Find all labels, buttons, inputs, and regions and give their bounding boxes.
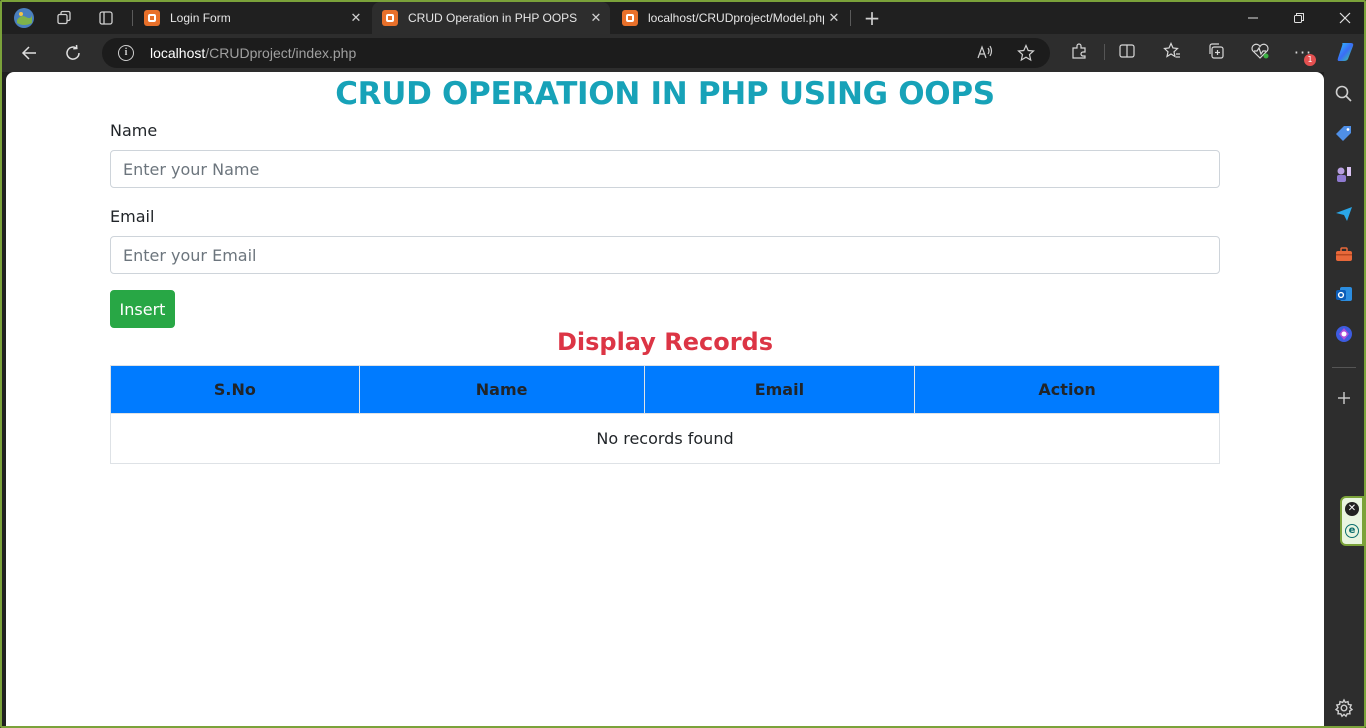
favorites-icon[interactable] — [1161, 42, 1183, 64]
table-header-row: S.No Name Email Action — [110, 365, 1220, 414]
header-name: Name — [358, 365, 645, 414]
sidebar-separator — [1332, 367, 1356, 368]
new-tab-icon[interactable]: + — [860, 6, 884, 30]
profile-icon[interactable] — [12, 6, 36, 30]
tab-label: localhost/CRUDproject/Model.php — [648, 11, 824, 25]
xampp-favicon-icon — [382, 10, 398, 26]
tab-label: CRUD Operation in PHP OOPS — [408, 11, 578, 25]
table-row: No records found — [110, 413, 1220, 464]
browser-sidebar — [1324, 72, 1364, 726]
url-text[interactable]: localhost/CRUDproject/index.php — [150, 45, 356, 61]
header-email: Email — [643, 365, 916, 414]
address-bar[interactable]: i localhost/CRUDproject/index.php — [102, 38, 1050, 68]
workspaces-icon[interactable] — [52, 6, 76, 30]
close-tab-icon[interactable]: ✕ — [824, 10, 844, 26]
page-viewport: CRUD OPERATION IN PHP USING OOPS Name Em… — [6, 72, 1324, 726]
close-circle-icon[interactable]: ✕ — [1345, 502, 1359, 516]
insert-button[interactable]: Insert — [110, 290, 175, 328]
collections-icon[interactable] — [1205, 42, 1227, 64]
toolbox-icon[interactable] — [1334, 244, 1354, 264]
browser-toolbar: i localhost/CRUDproject/index.php ··· 1 — [2, 34, 1364, 72]
edge-e-icon[interactable]: e — [1345, 524, 1359, 538]
close-tab-icon[interactable]: ✕ — [346, 10, 366, 26]
email-label: Email — [110, 207, 155, 226]
browser-window: Login Form ✕ CRUD Operation in PHP OOPS … — [0, 0, 1366, 728]
notification-badge: 1 — [1304, 54, 1316, 66]
minimize-icon[interactable] — [1230, 2, 1276, 34]
copilot-icon[interactable] — [1334, 40, 1358, 64]
read-aloud-icon[interactable] — [976, 44, 996, 64]
email-input[interactable] — [110, 236, 1220, 274]
xampp-favicon-icon — [622, 10, 638, 26]
url-host: localhost — [150, 45, 206, 61]
xampp-favicon-icon — [144, 10, 160, 26]
toolbar-separator — [1104, 44, 1105, 60]
back-arrow-icon[interactable] — [14, 38, 44, 68]
name-label: Name — [110, 121, 158, 140]
records-table: S.No Name Email Action No records found — [110, 365, 1220, 464]
games-icon[interactable] — [1334, 164, 1354, 184]
send-icon[interactable] — [1334, 204, 1354, 224]
close-tab-icon[interactable]: ✕ — [586, 10, 606, 26]
url-path: /CRUDproject/index.php — [205, 45, 357, 61]
tab-separator — [132, 10, 133, 26]
tab-label: Login Form — [170, 11, 231, 25]
page-title: CRUD OPERATION IN PHP USING OOPS — [335, 76, 995, 112]
copilot-app-icon[interactable] — [1334, 324, 1354, 344]
close-window-icon[interactable] — [1322, 2, 1364, 34]
name-input[interactable] — [110, 150, 1220, 188]
tab-actions-icon[interactable] — [94, 6, 118, 30]
performance-icon[interactable] — [1249, 42, 1271, 64]
empty-message: No records found — [110, 413, 1220, 464]
settings-gear-icon[interactable] — [1334, 698, 1354, 718]
shopping-tag-icon[interactable] — [1334, 124, 1354, 144]
star-icon[interactable] — [1016, 44, 1036, 64]
header-action: Action — [914, 365, 1220, 414]
header-sno: S.No — [110, 365, 360, 414]
search-icon[interactable] — [1334, 84, 1354, 104]
tab-crud-operation[interactable]: CRUD Operation in PHP OOPS ✕ — [372, 2, 610, 34]
extension-widget[interactable]: ✕ e — [1340, 496, 1364, 546]
tab-model-php[interactable]: localhost/CRUDproject/Model.php ✕ — [612, 2, 848, 34]
refresh-icon[interactable] — [58, 38, 88, 68]
site-info-icon[interactable]: i — [118, 45, 134, 61]
tab-strip: Login Form ✕ CRUD Operation in PHP OOPS … — [2, 2, 1364, 34]
restore-icon[interactable] — [1276, 2, 1322, 34]
add-icon[interactable] — [1334, 388, 1354, 408]
tab-login-form[interactable]: Login Form ✕ — [134, 2, 370, 34]
records-title: Display Records — [556, 328, 774, 356]
tab-separator — [850, 10, 851, 26]
extensions-icon[interactable] — [1068, 42, 1090, 64]
outlook-icon[interactable] — [1334, 284, 1354, 304]
split-screen-icon[interactable] — [1116, 42, 1138, 64]
